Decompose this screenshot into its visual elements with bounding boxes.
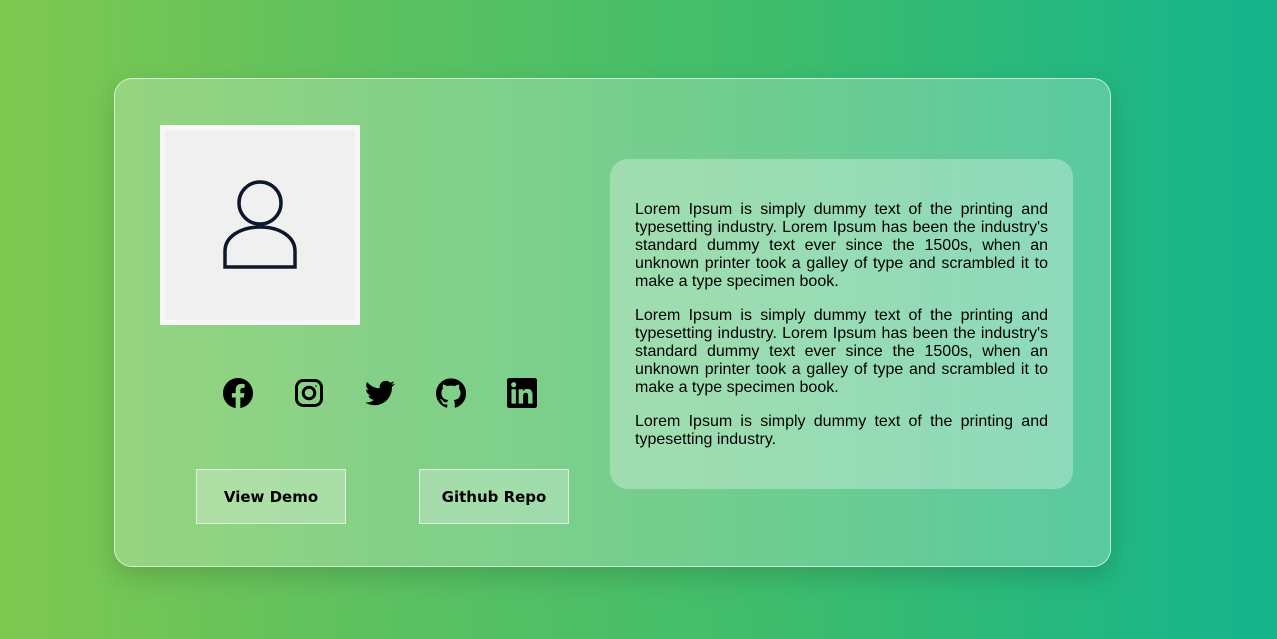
instagram-icon xyxy=(295,379,323,407)
view-demo-button[interactable]: View Demo xyxy=(196,469,346,524)
description-paragraph: Lorem Ipsum is simply dummy text of the … xyxy=(635,201,1048,290)
twitter-link[interactable] xyxy=(365,378,395,408)
profile-card: View Demo Github Repo Lorem Ipsum is sim… xyxy=(114,78,1111,567)
linkedin-icon xyxy=(507,378,537,408)
description-panel: Lorem Ipsum is simply dummy text of the … xyxy=(610,159,1073,489)
facebook-link[interactable] xyxy=(223,378,253,408)
linkedin-link[interactable] xyxy=(507,378,537,408)
social-links xyxy=(223,378,537,408)
description-paragraph: Lorem Ipsum is simply dummy text of the … xyxy=(635,413,1048,448)
facebook-icon xyxy=(223,378,253,408)
github-repo-button[interactable]: Github Repo xyxy=(419,469,569,524)
github-icon xyxy=(436,378,466,408)
user-icon xyxy=(223,180,297,269)
avatar xyxy=(160,125,360,325)
github-link[interactable] xyxy=(436,378,466,408)
instagram-link[interactable] xyxy=(294,378,324,408)
description-paragraph: Lorem Ipsum is simply dummy text of the … xyxy=(635,307,1048,396)
twitter-icon xyxy=(365,380,395,406)
